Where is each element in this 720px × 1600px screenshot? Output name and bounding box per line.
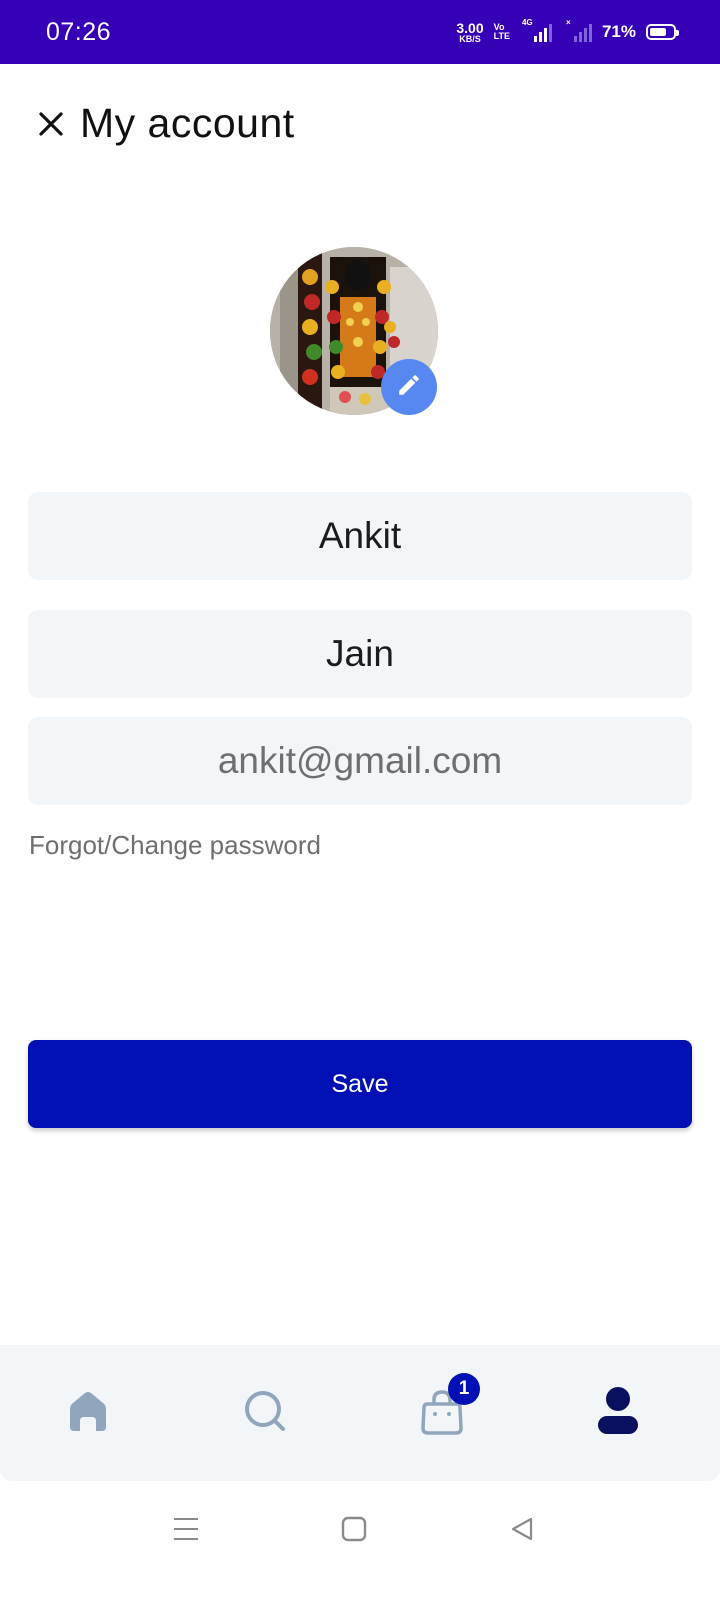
recent-apps-button[interactable] bbox=[156, 1501, 216, 1561]
bottom-nav: 1 bbox=[0, 1345, 720, 1481]
back-button[interactable] bbox=[492, 1501, 552, 1561]
pencil-icon bbox=[396, 372, 422, 403]
battery-icon bbox=[646, 24, 679, 40]
home-icon bbox=[64, 1387, 112, 1440]
avatar-section bbox=[270, 247, 438, 415]
square-icon bbox=[341, 1516, 367, 1547]
battery-percent: 71% bbox=[601, 22, 636, 41]
network-type-label: 4G bbox=[521, 18, 533, 27]
back-triangle-icon bbox=[509, 1516, 535, 1547]
network-speed: 3.00 KB/S bbox=[456, 21, 483, 44]
nav-account[interactable] bbox=[578, 1345, 658, 1481]
edit-avatar-button[interactable] bbox=[381, 359, 437, 415]
status-time: 07:26 bbox=[46, 17, 112, 46]
signal-4g-icon: 4G bbox=[522, 18, 552, 42]
network-speed-unit: KB/S bbox=[459, 33, 481, 44]
nav-search[interactable] bbox=[225, 1345, 305, 1481]
search-icon bbox=[241, 1387, 289, 1440]
forgot-password-link[interactable]: Forgot/Change password bbox=[29, 830, 321, 861]
home-button[interactable] bbox=[324, 1501, 384, 1561]
network-speed-value: 3.00 bbox=[456, 19, 484, 36]
signal-sim2-icon: × bbox=[566, 18, 592, 42]
battery-fill bbox=[650, 28, 666, 36]
status-bar: 07:26 3.00 KB/S Vo LTE 4G × 71% bbox=[0, 0, 720, 64]
cart-count-badge: 1 bbox=[448, 1373, 480, 1405]
close-icon[interactable] bbox=[36, 109, 66, 139]
menu-lines-icon bbox=[172, 1516, 200, 1547]
volte-icon: Vo LTE bbox=[494, 23, 510, 41]
user-icon bbox=[596, 1386, 640, 1441]
page-title: My account bbox=[80, 100, 295, 146]
header: My account bbox=[36, 100, 295, 147]
nav-home[interactable] bbox=[48, 1345, 128, 1481]
email-field[interactable]: ankit@gmail.com bbox=[28, 717, 692, 805]
status-icons: 3.00 KB/S Vo LTE 4G × 71% bbox=[456, 18, 679, 44]
last-name-field[interactable]: Jain bbox=[28, 610, 692, 698]
nav-cart[interactable]: 1 bbox=[402, 1345, 482, 1481]
system-nav-bar bbox=[0, 1481, 720, 1600]
save-button[interactable]: Save bbox=[28, 1040, 692, 1128]
first-name-field[interactable]: Ankit bbox=[28, 492, 692, 580]
volte-bottom: LTE bbox=[493, 31, 510, 41]
